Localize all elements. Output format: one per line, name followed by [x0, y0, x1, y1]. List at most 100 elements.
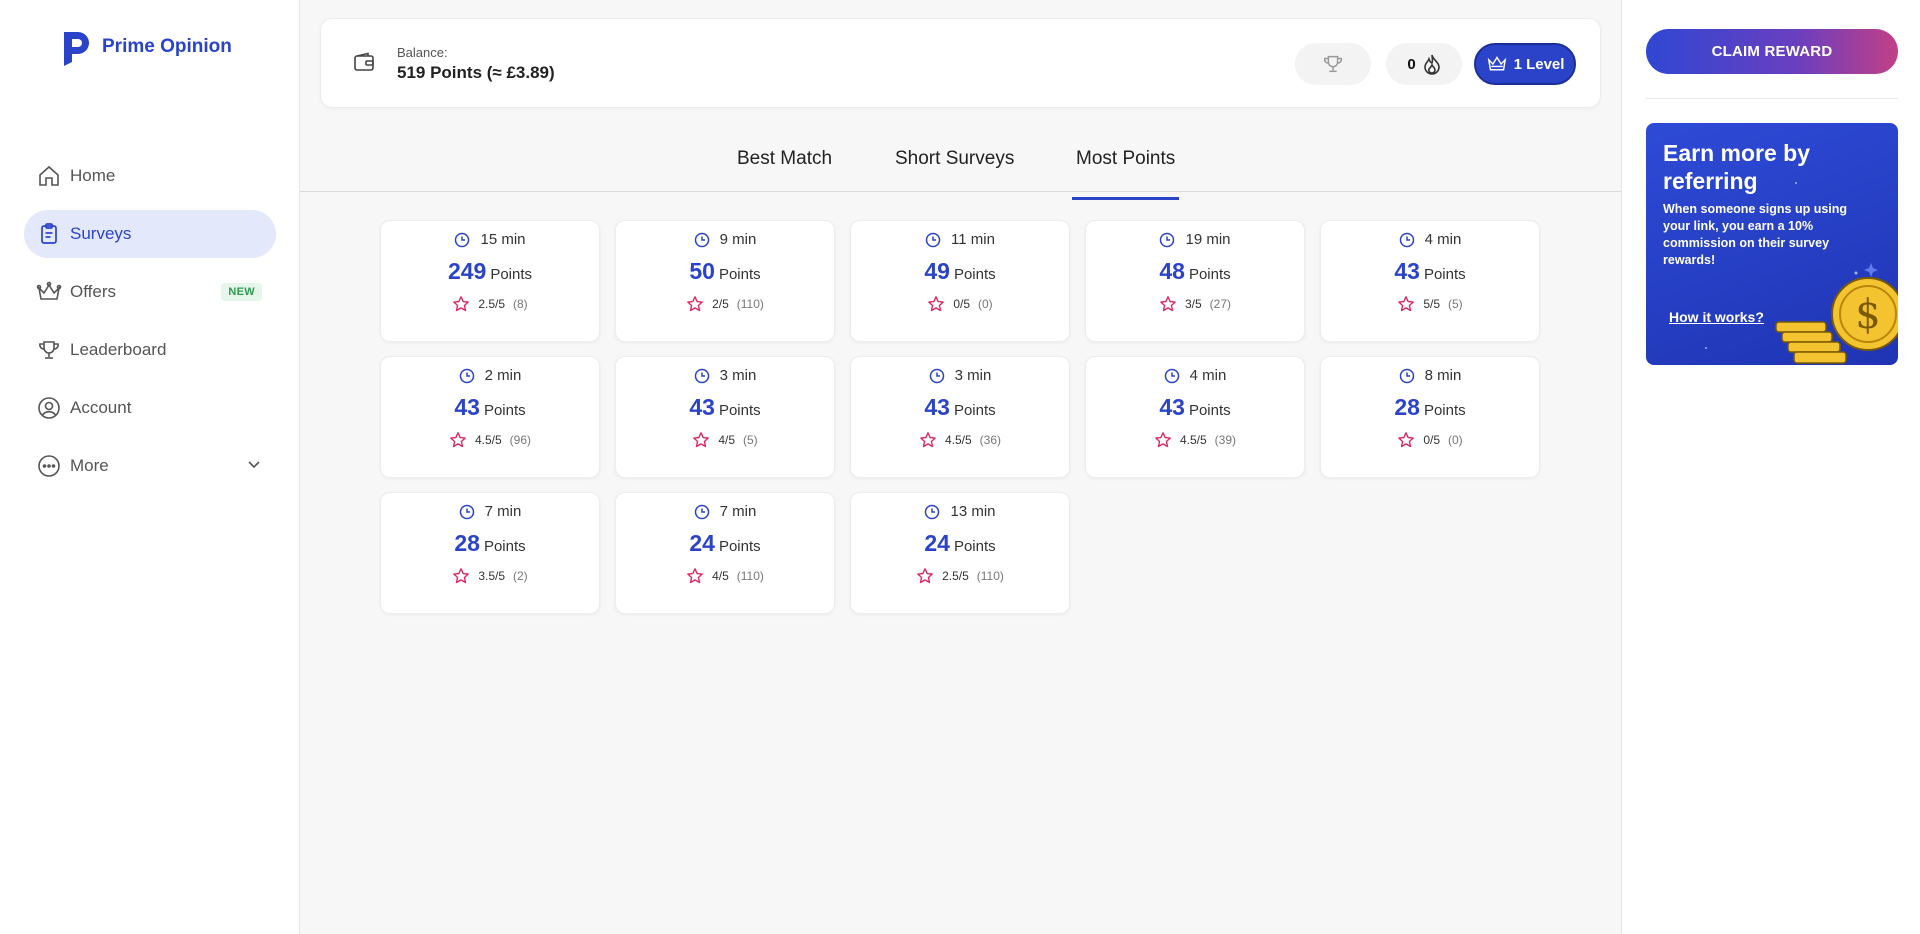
tab-best-match[interactable]: Best Match: [737, 148, 832, 192]
survey-reward: 49 Points: [924, 258, 995, 285]
trophy-icon: [1323, 55, 1343, 73]
survey-time: 4 min: [1424, 231, 1462, 248]
survey-time: 2 min: [484, 367, 522, 384]
sidebar-item-label: Leaderboard: [70, 340, 167, 359]
svg-text:$: $: [1855, 292, 1880, 338]
logo[interactable]: Prime Opinion: [60, 28, 232, 66]
level-label: 1 Level: [1513, 55, 1565, 73]
survey-card[interactable]: 9 min 50 Points 2/5 (110): [615, 220, 835, 342]
survey-points-label: Points: [718, 266, 761, 283]
survey-points: 24: [689, 530, 715, 556]
survey-duration: 7 min: [694, 503, 756, 520]
survey-reward: 43 Points: [454, 394, 525, 421]
how-it-works-link[interactable]: How it works?: [1669, 309, 1764, 325]
survey-card[interactable]: 19 min 48 Points 3/5 (27): [1085, 220, 1305, 342]
clipboard-icon: [36, 221, 62, 247]
sidebar-item-offers[interactable]: Offers NEW: [24, 268, 276, 316]
survey-time: 3 min: [719, 367, 757, 384]
survey-points-label: Points: [1423, 402, 1466, 419]
star-icon: [1398, 432, 1415, 448]
sidebar: Prime Opinion Home Surveys Offers NEW Le…: [0, 0, 300, 934]
survey-points-label: Points: [483, 402, 526, 419]
clock-icon: [1164, 368, 1179, 383]
survey-time: 7 min: [484, 503, 522, 520]
sidebar-item-label: Account: [70, 398, 132, 417]
survey-duration: 19 min: [1159, 231, 1231, 248]
streak-button[interactable]: 0: [1386, 43, 1462, 85]
flame-icon: [1423, 54, 1440, 75]
sidebar-item-more[interactable]: More: [24, 442, 276, 490]
sidebar-item-surveys[interactable]: Surveys: [24, 210, 276, 258]
star-icon: [450, 432, 466, 448]
survey-rating: 2/5 (110): [686, 295, 764, 313]
star-icon: [920, 432, 936, 448]
survey-duration: 11 min: [925, 231, 995, 248]
survey-duration: 7 min: [459, 503, 522, 520]
survey-points: 43: [1159, 394, 1185, 420]
referral-promo: Earn more by referring When someone sign…: [1646, 123, 1898, 365]
survey-points: 43: [924, 394, 950, 420]
survey-rating-value: 5/5: [1423, 297, 1440, 311]
survey-rating: 2.5/5 (8): [452, 295, 528, 313]
survey-card[interactable]: 4 min 43 Points 4.5/5 (39): [1085, 356, 1305, 478]
survey-reward: 28 Points: [1394, 394, 1465, 421]
survey-card[interactable]: 13 min 24 Points 2.5/5 (110): [850, 492, 1070, 614]
leaderboard-button[interactable]: [1295, 43, 1371, 85]
right-panel: CLAIM REWARD Earn more by referring When…: [1621, 0, 1920, 934]
brand-name: Prime Opinion: [102, 36, 232, 57]
survey-rating-count: (96): [509, 433, 532, 447]
survey-rating: 4.5/5 (36): [919, 431, 1001, 449]
survey-rating: 3.5/5 (2): [452, 567, 528, 585]
survey-rating-value: 0/5: [953, 297, 970, 311]
survey-points-label: Points: [1188, 266, 1231, 283]
survey-points-label: Points: [953, 266, 996, 283]
survey-time: 15 min: [480, 231, 526, 248]
survey-reward: 50 Points: [689, 258, 760, 285]
star-icon: [928, 296, 945, 312]
logo-icon: [64, 32, 89, 66]
sidebar-item-leaderboard[interactable]: Leaderboard: [24, 326, 276, 374]
survey-points-label: Points: [490, 266, 533, 283]
sidebar-item-home[interactable]: Home: [24, 152, 276, 200]
survey-card[interactable]: 8 min 28 Points 0/5 (0): [1320, 356, 1540, 478]
survey-duration: 4 min: [1164, 367, 1227, 384]
star-icon: [453, 296, 470, 312]
survey-reward: 43 Points: [689, 394, 760, 421]
streak-count: 0: [1407, 55, 1416, 73]
survey-card[interactable]: 3 min 43 Points 4/5 (5): [615, 356, 835, 478]
survey-card[interactable]: 2 min 43 Points 4.5/5 (96): [380, 356, 600, 478]
claim-reward-button[interactable]: CLAIM REWARD: [1646, 29, 1898, 74]
survey-card[interactable]: 7 min 28 Points 3.5/5 (2): [380, 492, 600, 614]
survey-card[interactable]: 3 min 43 Points 4.5/5 (36): [850, 356, 1070, 478]
survey-rating-value: 2/5: [712, 297, 729, 311]
survey-points: 50: [689, 258, 715, 284]
survey-card[interactable]: 4 min 43 Points 5/5 (5): [1320, 220, 1540, 342]
promo-text: When someone signs up using your link, y…: [1663, 202, 1848, 267]
tab-most-points[interactable]: Most Points: [1072, 148, 1180, 200]
level-button[interactable]: 1 Level: [1474, 43, 1576, 85]
survey-card[interactable]: 11 min 49 Points 0/5 (0): [850, 220, 1070, 342]
survey-rating-count: (0): [1448, 433, 1463, 447]
sidebar-item-label: More: [70, 456, 109, 475]
survey-time: 3 min: [954, 367, 992, 384]
survey-rating-value: 0/5: [1423, 433, 1440, 447]
survey-rating: 5/5 (5): [1397, 295, 1463, 313]
tab-short-surveys[interactable]: Short Surveys: [895, 148, 1014, 192]
survey-card[interactable]: 7 min 24 Points 4/5 (110): [615, 492, 835, 614]
clock-icon: [929, 368, 944, 383]
survey-points-label: Points: [483, 538, 526, 555]
sidebar-item-account[interactable]: Account: [24, 384, 276, 432]
more-dots-icon: [36, 453, 62, 479]
survey-time: 11 min: [951, 231, 995, 248]
survey-points: 249: [447, 258, 487, 284]
survey-time: 4 min: [1189, 367, 1227, 384]
sidebar-item-label: Surveys: [70, 224, 132, 243]
survey-time: 13 min: [950, 503, 996, 520]
survey-points-label: Points: [953, 538, 996, 555]
survey-card[interactable]: 15 min 249 Points 2.5/5 (8): [380, 220, 600, 342]
chevron-down-icon: [246, 456, 262, 477]
survey-points: 43: [689, 394, 715, 420]
survey-rating-count: (5): [1448, 297, 1463, 311]
survey-time: 9 min: [719, 231, 757, 248]
balance-label: Balance:: [397, 45, 448, 60]
